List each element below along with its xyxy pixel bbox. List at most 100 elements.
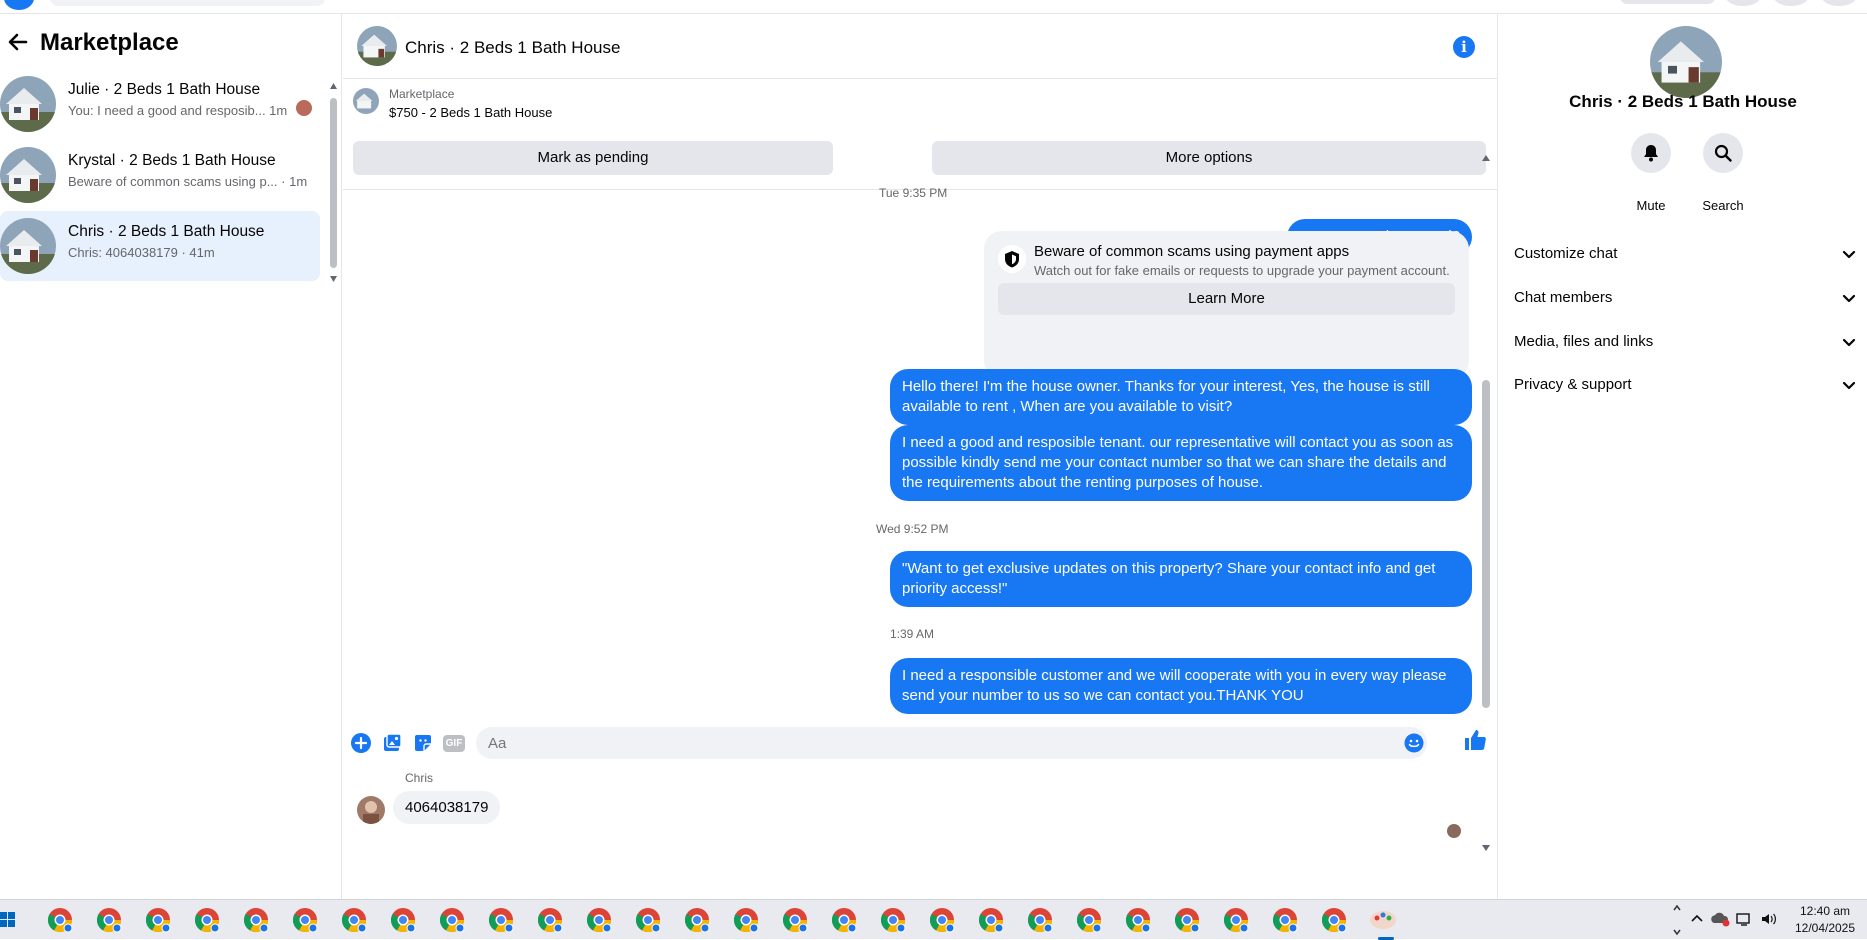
mark-as-pending-button[interactable]: Mark as pending xyxy=(353,141,833,175)
paint-app-icon[interactable] xyxy=(1368,905,1398,933)
section-chat-members[interactable]: Chat members xyxy=(1514,280,1859,316)
section-customize-chat[interactable]: Customize chat xyxy=(1514,236,1859,272)
chrome-taskbar-icon[interactable] xyxy=(438,906,466,934)
profile-name: Chris · 2 Beds 1 Bath House xyxy=(1569,92,1797,111)
network-icon[interactable] xyxy=(1736,911,1754,927)
volume-icon[interactable] xyxy=(1760,911,1778,927)
windows-start-icon[interactable] xyxy=(0,912,16,928)
section-label: Customize chat xyxy=(1514,245,1618,262)
menu-icon[interactable] xyxy=(1726,0,1760,6)
house-thumbnail xyxy=(0,147,56,203)
mute-label: Mute xyxy=(1636,198,1666,213)
outgoing-message[interactable]: I need a good and resposible tenant. our… xyxy=(890,425,1472,501)
scroll-up-icon[interactable] xyxy=(1481,154,1491,162)
chrome-taskbar-icon[interactable] xyxy=(1075,906,1103,934)
back-arrow-icon[interactable] xyxy=(6,30,30,54)
learn-more-button[interactable]: Learn More xyxy=(998,283,1455,315)
chrome-taskbar-icon[interactable] xyxy=(389,906,417,934)
chrome-taskbar-icon[interactable] xyxy=(977,906,1005,934)
conversation-item-krystal[interactable]: Krystal · 2 Beds 1 Bath House Beware of … xyxy=(0,140,320,210)
onedrive-icon[interactable] xyxy=(1710,911,1730,927)
conversation-list-panel: Marketplace Julie · 2 Beds 1 Bath House … xyxy=(0,14,342,899)
chrome-taskbar-icon[interactable] xyxy=(830,906,858,934)
section-privacy-support[interactable]: Privacy & support xyxy=(1514,367,1859,403)
chrome-taskbar-icon[interactable] xyxy=(1124,906,1152,934)
chrome-taskbar-icon[interactable] xyxy=(95,906,123,934)
chevron-down-icon xyxy=(1842,338,1856,347)
emoji-icon[interactable] xyxy=(1404,733,1424,753)
clock-time[interactable]: 12:40 am xyxy=(1790,904,1860,918)
conversation-item-julie[interactable]: Julie · 2 Beds 1 Bath House You: I need … xyxy=(0,69,320,139)
scroll-down-icon[interactable] xyxy=(1481,844,1491,852)
house-thumbnail xyxy=(0,218,56,274)
chrome-taskbar-icon[interactable] xyxy=(144,906,172,934)
chrome-taskbar-icon[interactable] xyxy=(928,906,956,934)
clock-date[interactable]: 12/04/2025 xyxy=(1790,921,1860,935)
search-conversation-button[interactable] xyxy=(1703,133,1743,173)
chrome-taskbar-icon[interactable] xyxy=(1173,906,1201,934)
chrome-taskbar-icon[interactable] xyxy=(1222,906,1250,934)
chrome-taskbar-icon[interactable] xyxy=(536,906,564,934)
chrome-taskbar-icon[interactable] xyxy=(291,906,319,934)
photo-icon[interactable] xyxy=(381,732,403,754)
chrome-taskbar-icon[interactable] xyxy=(193,906,221,934)
chevron-down-icon xyxy=(1842,294,1856,303)
chrome-taskbar-icon[interactable] xyxy=(46,906,74,934)
sender-name: Chris xyxy=(405,771,434,785)
scroll-up-icon[interactable] xyxy=(329,82,338,90)
chrome-taskbar-icon[interactable] xyxy=(634,906,662,934)
chat-avatar[interactable] xyxy=(357,26,397,66)
scam-warning-card: Beware of common scams using payment app… xyxy=(984,231,1469,379)
chrome-taskbar-icon[interactable] xyxy=(585,906,613,934)
chrome-taskbar-icon[interactable] xyxy=(683,906,711,934)
outgoing-message[interactable]: Hello there! I'm the house owner. Thanks… xyxy=(890,369,1472,425)
outgoing-message[interactable]: "Want to get exclusive updates on this p… xyxy=(890,551,1472,607)
sender-avatar[interactable] xyxy=(357,796,385,824)
chat-scrollbar[interactable] xyxy=(1481,154,1491,851)
message-input[interactable] xyxy=(488,727,1388,759)
more-options-button[interactable]: More options xyxy=(932,141,1486,175)
chevron-up-icon[interactable] xyxy=(1690,912,1704,926)
messenger-icon[interactable] xyxy=(1774,0,1808,6)
chrome-taskbar-icon[interactable] xyxy=(487,906,515,934)
scroll-down-icon[interactable] xyxy=(329,275,338,283)
seen-avatar xyxy=(296,100,312,116)
scrollbar-thumb[interactable] xyxy=(330,98,337,268)
incoming-message[interactable]: 4064038179 xyxy=(393,791,501,824)
thumbs-up-icon[interactable] xyxy=(1463,728,1487,752)
plus-icon[interactable] xyxy=(350,732,372,754)
message-composer[interactable] xyxy=(476,727,1427,759)
chrome-taskbar-icon[interactable] xyxy=(1026,906,1054,934)
gif-icon[interactable]: GIF xyxy=(443,735,465,752)
chrome-taskbar-icon[interactable] xyxy=(732,906,760,934)
search-label: Search xyxy=(1702,198,1744,213)
listing-thumbnail[interactable] xyxy=(353,88,379,114)
profile-picture[interactable] xyxy=(1650,26,1722,98)
conversation-name: Julie · 2 Beds 1 Bath House xyxy=(68,81,261,98)
chrome-taskbar-icon[interactable] xyxy=(340,906,368,934)
facebook-logo[interactable] xyxy=(4,0,34,10)
conversation-item-chris[interactable]: Chris · 2 Beds 1 Bath House Chris: 40640… xyxy=(0,211,320,281)
sticker-icon[interactable] xyxy=(412,732,434,754)
bell-icon xyxy=(1644,145,1658,162)
chrome-taskbar-icon[interactable] xyxy=(1320,906,1348,934)
top-nav-pill[interactable] xyxy=(1620,0,1715,4)
chat-header: Chris · 2 Beds 1 Bath House i xyxy=(343,14,1497,79)
chrome-taskbar-icon[interactable] xyxy=(1271,906,1299,934)
listing-price-title[interactable]: $750 - 2 Beds 1 Bath House xyxy=(389,105,552,120)
mute-button[interactable] xyxy=(1631,133,1671,173)
chrome-taskbar-icon[interactable] xyxy=(879,906,907,934)
section-media-files-links[interactable]: Media, files and links xyxy=(1514,324,1859,360)
info-icon[interactable]: i xyxy=(1453,36,1475,58)
top-navigation-bar xyxy=(0,0,1867,14)
outgoing-message[interactable]: I need a responsible customer and we wil… xyxy=(890,658,1472,714)
section-label: Media, files and links xyxy=(1514,333,1654,350)
facebook-search-input[interactable] xyxy=(50,0,325,6)
profile-avatar[interactable] xyxy=(1822,0,1856,6)
chrome-taskbar-icon[interactable] xyxy=(242,906,270,934)
conversation-list-scrollbar[interactable] xyxy=(329,82,338,282)
scrollbar-thumb[interactable] xyxy=(1482,380,1490,708)
chat-title[interactable]: Chris · 2 Beds 1 Bath House xyxy=(405,38,620,58)
chrome-taskbar-icon[interactable] xyxy=(781,906,809,934)
taskbar-scroll-icon[interactable] xyxy=(1672,902,1682,938)
